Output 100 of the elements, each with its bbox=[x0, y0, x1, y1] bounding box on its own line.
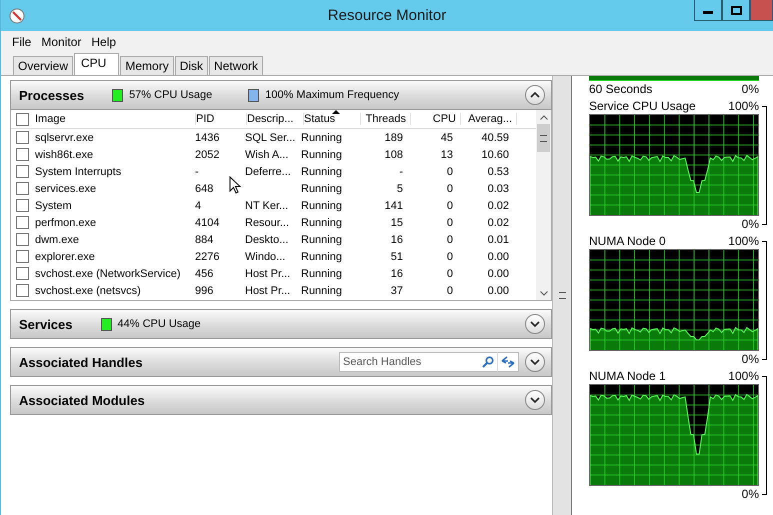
row-checkbox[interactable] bbox=[16, 165, 29, 178]
row-checkbox[interactable] bbox=[16, 233, 29, 246]
table-cell: Running bbox=[301, 234, 342, 246]
table-cell: - bbox=[195, 166, 199, 178]
expand-button[interactable] bbox=[525, 390, 545, 410]
graph-title: Service CPU Usage bbox=[589, 99, 696, 113]
column-header[interactable]: PID bbox=[196, 113, 247, 125]
table-cell: 141 bbox=[384, 200, 403, 212]
menu-item[interactable]: File bbox=[7, 35, 36, 49]
table-cell: System bbox=[35, 200, 72, 212]
menu-item[interactable]: Monitor bbox=[36, 35, 86, 49]
section-header[interactable]: Processes 57% CPU Usage 100% Maximum Frequency bbox=[10, 80, 552, 110]
mouse-cursor-icon bbox=[229, 176, 241, 194]
column-header[interactable]: Status bbox=[304, 113, 361, 125]
row-checkbox[interactable] bbox=[16, 148, 29, 161]
table-cell: 0 bbox=[446, 284, 453, 296]
expand-button[interactable] bbox=[525, 352, 545, 372]
table-cell: Host Pr... bbox=[245, 284, 290, 296]
graph-max-label: 100% bbox=[728, 234, 759, 248]
table-cell: 0.00 bbox=[488, 250, 509, 262]
table-cell: 5 bbox=[396, 182, 403, 194]
search-field[interactable]: Search Handles bbox=[339, 352, 479, 372]
section-header[interactable]: Associated Handles Search Handles bbox=[10, 347, 552, 377]
section-header[interactable]: Associated Modules bbox=[10, 385, 552, 415]
table-cell: Wish A... bbox=[245, 148, 288, 160]
table-cell: Running bbox=[301, 250, 342, 262]
column-header[interactable]: Averag... bbox=[461, 113, 517, 125]
table-cell: 108 bbox=[384, 148, 403, 160]
search-icon[interactable] bbox=[479, 352, 497, 372]
table-cell: 0.00 bbox=[488, 284, 509, 296]
table-cell: 10.60 bbox=[481, 148, 509, 160]
frequency-meter-icon bbox=[248, 88, 260, 102]
table-cell: - bbox=[399, 166, 403, 178]
cpu-meter-icon bbox=[100, 318, 112, 330]
table-cell: Running bbox=[301, 166, 342, 178]
table-cell: 4 bbox=[195, 200, 202, 212]
graph-title: NUMA Node 1 bbox=[589, 369, 666, 383]
splitter-handle[interactable] bbox=[552, 76, 572, 515]
table-cell: svchost.exe (netsvcs) bbox=[35, 284, 141, 296]
refresh-arrows-icon[interactable] bbox=[497, 352, 519, 372]
scroll-down-icon[interactable] bbox=[540, 291, 548, 296]
table-cell: System Interrupts bbox=[35, 166, 122, 178]
table-cell: 16 bbox=[390, 268, 403, 280]
table-cell: Running bbox=[301, 284, 342, 296]
table-cell: 884 bbox=[195, 234, 214, 246]
table-cell: svchost.exe (NetworkService) bbox=[35, 268, 180, 280]
column-header[interactable]: Descrip... bbox=[247, 113, 304, 125]
chevron-icon bbox=[530, 319, 540, 329]
chevron-icon bbox=[530, 90, 540, 100]
table-cell: Host Pr... bbox=[245, 268, 290, 280]
tab[interactable]: Overview bbox=[13, 56, 74, 75]
row-checkbox[interactable] bbox=[16, 250, 29, 263]
table-cell: 0.01 bbox=[488, 234, 509, 246]
scroll-up-icon[interactable] bbox=[540, 115, 548, 120]
section-title: Associated Handles bbox=[19, 354, 143, 370]
maximize-button[interactable] bbox=[722, 0, 750, 21]
table-cell: perfmon.exe bbox=[35, 216, 96, 228]
minimize-button[interactable] bbox=[694, 0, 722, 21]
column-header[interactable]: CPU bbox=[411, 113, 461, 125]
table-cell: 0.02 bbox=[488, 200, 509, 212]
collapse-button[interactable] bbox=[525, 85, 545, 105]
table-cell: 0.03 bbox=[488, 182, 509, 194]
table-cell: 456 bbox=[195, 268, 214, 280]
table-cell: 1436 bbox=[195, 132, 220, 144]
row-checkbox[interactable] bbox=[16, 267, 29, 280]
table-cell: Deskto... bbox=[245, 234, 288, 246]
tab[interactable]: Network bbox=[209, 56, 264, 75]
graph-max-label: 100% bbox=[728, 369, 759, 383]
menu-item[interactable]: Help bbox=[86, 35, 122, 49]
table-cell: 13 bbox=[440, 148, 453, 160]
expand-button[interactable] bbox=[525, 314, 545, 334]
row-checkbox[interactable] bbox=[16, 199, 29, 212]
table-cell: Deferre... bbox=[245, 166, 291, 178]
section-header[interactable]: Services 44% CPU Usage bbox=[10, 309, 552, 339]
column-header[interactable]: Image bbox=[35, 113, 196, 125]
chevron-icon bbox=[530, 395, 540, 405]
cpu-usage-text: 57% CPU Usage bbox=[129, 89, 212, 101]
cpu-usage-text: 44% CPU Usage bbox=[118, 318, 201, 330]
table-cell: 0 bbox=[446, 234, 453, 246]
tab[interactable]: CPU bbox=[74, 53, 120, 75]
table-cell: 4104 bbox=[195, 216, 220, 228]
column-header[interactable]: Threads bbox=[361, 113, 411, 125]
row-checkbox[interactable] bbox=[16, 182, 29, 195]
table-cell: 189 bbox=[384, 132, 403, 144]
table-cell: 0.53 bbox=[488, 166, 509, 178]
row-checkbox[interactable] bbox=[16, 131, 29, 144]
tab[interactable]: Memory bbox=[120, 56, 174, 75]
tab[interactable]: Disk bbox=[174, 56, 208, 75]
table-cell: Running bbox=[301, 200, 342, 212]
table-cell: 0.00 bbox=[488, 268, 509, 280]
table-cell: 45 bbox=[440, 132, 453, 144]
app-icon bbox=[9, 8, 25, 24]
table-cell: NT Ker... bbox=[245, 200, 288, 212]
row-checkbox[interactable] bbox=[16, 216, 29, 229]
row-checkbox[interactable] bbox=[16, 284, 29, 297]
scrollbar[interactable] bbox=[536, 110, 551, 300]
chevron-icon bbox=[530, 357, 540, 367]
select-all-checkbox[interactable] bbox=[16, 112, 29, 126]
window-title: Resource Monitor bbox=[328, 7, 446, 24]
table-cell: Running bbox=[301, 148, 342, 160]
